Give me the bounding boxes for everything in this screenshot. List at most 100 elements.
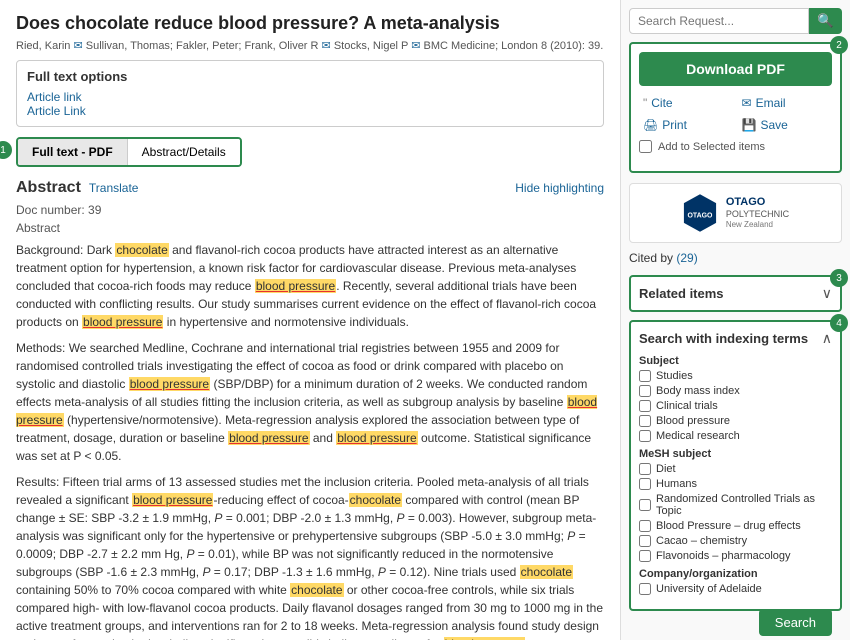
- checkbox-rct: Randomized Controlled Trials as Topic: [639, 493, 832, 517]
- author-icon3: ✉: [411, 40, 420, 52]
- checkbox-adelaide-label: University of Adelaide: [656, 583, 762, 595]
- tab-full-text-pdf[interactable]: Full text - PDF: [18, 139, 128, 165]
- checkbox-bp-drug-input[interactable]: [639, 520, 651, 532]
- search-input-top[interactable]: [629, 8, 809, 34]
- highlight-chocolate-3: chocolate: [520, 565, 573, 579]
- checkbox-diet-input[interactable]: [639, 463, 651, 475]
- author-icon: ✉: [73, 40, 82, 52]
- quote-icon: ": [643, 96, 647, 110]
- highlight-bp-3: blood pressure: [129, 377, 210, 391]
- otago-name: OTAGO: [726, 196, 789, 209]
- checkbox-diet: Diet: [639, 463, 832, 475]
- otago-logo: OTAGO OTAGO POLYTECHNIC New Zealand: [629, 183, 842, 243]
- right-top-box: Download PDF " Cite ✉ Email 🖨 Print 💾 Sa…: [629, 42, 842, 173]
- print-button[interactable]: 🖨 Print: [639, 116, 734, 134]
- add-selected-label: Add to Selected items: [658, 141, 765, 153]
- doc-number-value: 39: [88, 203, 101, 217]
- otago-tagline: New Zealand: [726, 220, 789, 230]
- checkbox-medical-input[interactable]: [639, 430, 651, 442]
- checkbox-humans-input[interactable]: [639, 478, 651, 490]
- highlight-bp-7: blood pressure: [132, 493, 213, 507]
- highlight-bp-5: blood pressure: [228, 431, 309, 445]
- checkbox-cacao: Cacao – chemistry: [639, 535, 832, 547]
- checkbox-cacao-input[interactable]: [639, 535, 651, 547]
- article-link-2[interactable]: Article Link: [27, 104, 593, 118]
- search-indexing-box: Search with indexing terms ∧ Subject Stu…: [629, 320, 842, 611]
- cited-by-section: Cited by (29): [629, 251, 842, 265]
- checkbox-bmi: Body mass index: [639, 385, 832, 397]
- abstract-header: Abstract Translate Hide highlighting: [16, 179, 604, 197]
- full-text-options-box: Full text options Article link Article L…: [16, 60, 604, 127]
- action-buttons: " Cite ✉ Email 🖨 Print 💾 Save: [639, 94, 832, 134]
- checkbox-blood-pressure: Blood pressure: [639, 415, 832, 427]
- highlight-bp-2: blood pressure: [82, 315, 163, 329]
- otago-hex-icon: OTAGO: [682, 193, 718, 233]
- highlight-bp-1: blood pressure: [255, 279, 336, 293]
- search-indexing-button[interactable]: Search: [759, 609, 832, 636]
- highlight-chocolate-2: chocolate: [349, 493, 402, 507]
- label-1: 1: [0, 141, 12, 159]
- cited-by-link[interactable]: (29): [676, 251, 697, 265]
- svg-text:OTAGO: OTAGO: [687, 212, 713, 219]
- checkbox-flavonoids-input[interactable]: [639, 550, 651, 562]
- meta-text4: BMC Medicine; London 8 (2010): 39.: [424, 40, 604, 52]
- checkbox-bp-drug: Blood Pressure – drug effects: [639, 520, 832, 532]
- hide-highlighting-link[interactable]: Hide highlighting: [515, 181, 604, 195]
- add-selected-row: Add to Selected items: [639, 140, 832, 153]
- email-label: Email: [756, 96, 786, 110]
- abstract-text: Background: Dark chocolate and flavanol-…: [16, 241, 604, 640]
- checkbox-blood-pressure-input[interactable]: [639, 415, 651, 427]
- abstract-section-label: Abstract: [16, 221, 604, 235]
- tabs-container: Full text - PDF Abstract/Details: [16, 137, 242, 167]
- search-indexing-title: Search with indexing terms: [639, 331, 808, 346]
- related-items-header[interactable]: Related items ∨: [639, 285, 832, 302]
- highlight-bp-6: blood pressure: [336, 431, 417, 445]
- checkbox-humans: Humans: [639, 478, 832, 490]
- checkbox-clinical-input[interactable]: [639, 400, 651, 412]
- meta-text: Ried, Karin: [16, 40, 73, 52]
- right-panel: 🔍 2 Download PDF " Cite ✉ Email 🖨 Print: [620, 0, 850, 640]
- highlight-chocolate-1: chocolate: [115, 243, 168, 257]
- checkbox-adelaide-input[interactable]: [639, 583, 651, 595]
- otago-logo-inner: OTAGO OTAGO POLYTECHNIC New Zealand: [682, 193, 789, 233]
- checkbox-diet-label: Diet: [656, 463, 676, 475]
- checkbox-rct-label: Randomized Controlled Trials as Topic: [656, 493, 832, 517]
- checkbox-studies: Studies: [639, 370, 832, 382]
- search-indexing-header[interactable]: Search with indexing terms ∧: [639, 330, 832, 347]
- checkbox-clinical: Clinical trials: [639, 400, 832, 412]
- subject-category-label: Subject: [639, 355, 832, 367]
- checkbox-adelaide: University of Adelaide: [639, 583, 832, 595]
- highlight-bp-4: blood pressure: [16, 395, 597, 427]
- otago-sub: POLYTECHNIC: [726, 209, 789, 220]
- translate-link[interactable]: Translate: [89, 181, 139, 195]
- print-label: Print: [662, 118, 687, 132]
- article-link-1[interactable]: Article link: [27, 90, 593, 104]
- doc-number: Doc number: 39: [16, 203, 604, 217]
- company-category-label: Company/organization: [639, 568, 832, 580]
- cited-by-label: Cited by: [629, 251, 673, 265]
- checkbox-cacao-label: Cacao – chemistry: [656, 535, 747, 547]
- abstract-title: Abstract: [16, 179, 81, 197]
- checkbox-flavonoids-label: Flavonoids – pharmacology: [656, 550, 791, 562]
- save-icon: 💾: [742, 118, 757, 132]
- checkbox-studies-input[interactable]: [639, 370, 651, 382]
- highlight-chocolate-4: chocolate: [290, 583, 343, 597]
- label-3: 3: [830, 269, 848, 287]
- tab-abstract-details[interactable]: Abstract/Details: [128, 139, 240, 165]
- download-pdf-button[interactable]: Download PDF: [639, 52, 832, 86]
- abstract-para-2: Methods: We searched Medline, Cochrane a…: [16, 339, 604, 465]
- checkbox-clinical-label: Clinical trials: [656, 400, 718, 412]
- checkbox-bmi-input[interactable]: [639, 385, 651, 397]
- abstract-para-1: Background: Dark chocolate and flavanol-…: [16, 241, 604, 331]
- save-button[interactable]: 💾 Save: [738, 116, 833, 134]
- print-icon: 🖨: [643, 118, 658, 132]
- doc-number-label: Doc number:: [16, 203, 85, 217]
- save-label: Save: [760, 118, 787, 132]
- checkbox-rct-input[interactable]: [639, 499, 651, 511]
- related-items-title: Related items: [639, 286, 724, 301]
- chevron-down-icon: ∨: [822, 285, 832, 302]
- search-top-button[interactable]: 🔍: [809, 8, 842, 34]
- cite-button[interactable]: " Cite: [639, 94, 734, 112]
- email-button[interactable]: ✉ Email: [738, 94, 833, 112]
- add-selected-checkbox[interactable]: [639, 140, 652, 153]
